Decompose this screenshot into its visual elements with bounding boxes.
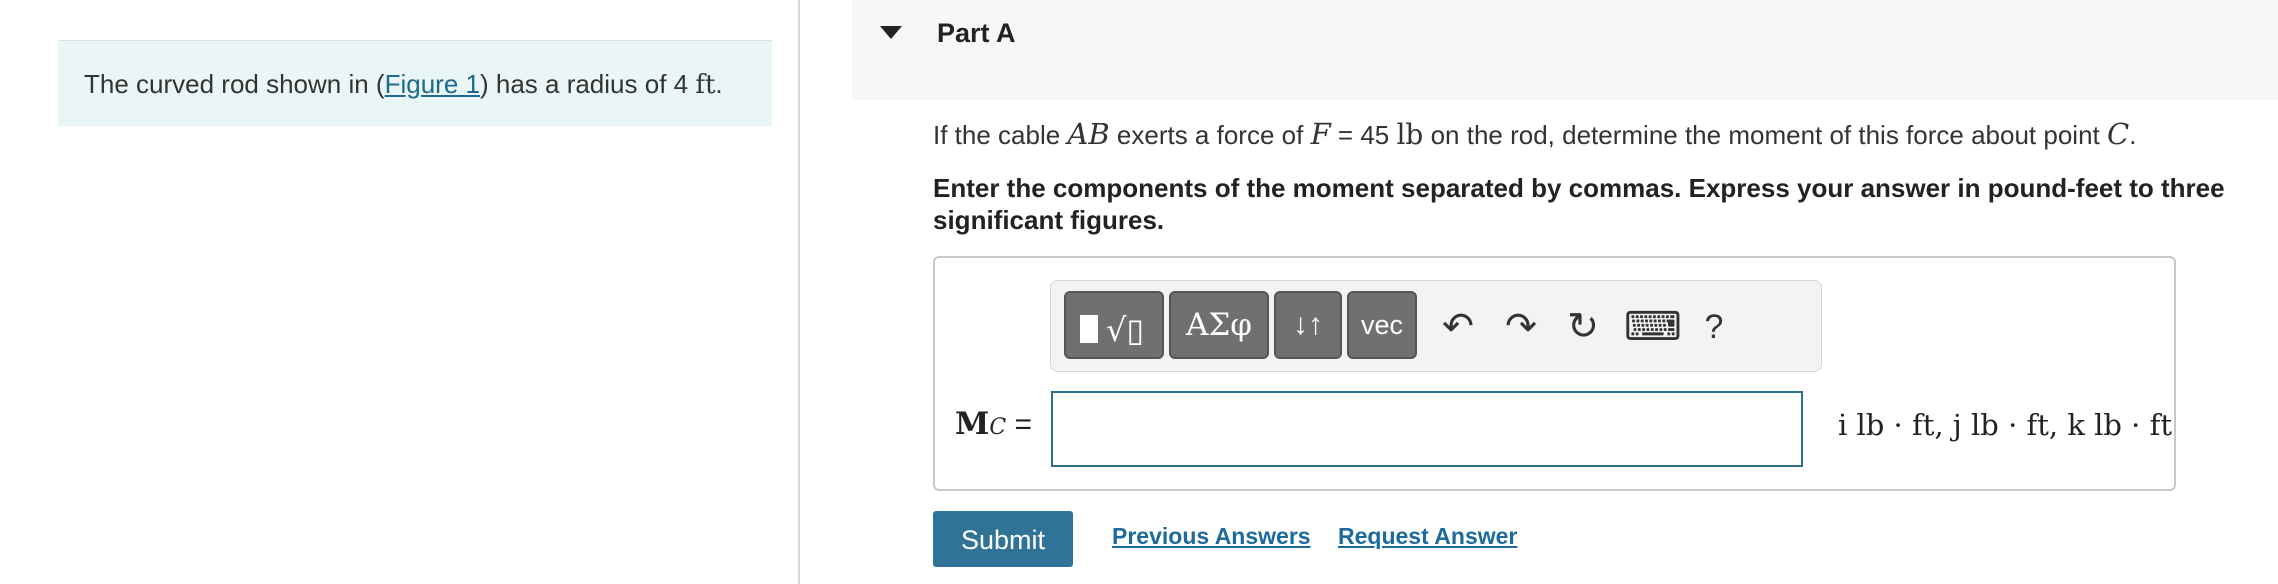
math-c: C [2106,117,2130,151]
math-ab: AB [1067,117,1110,151]
redo-icon[interactable]: ↷ [1497,299,1545,355]
answer-input[interactable] [1051,391,1803,467]
figure-link[interactable]: Figure 1 [385,69,480,99]
intro-prefix: The curved rod shown in ( [84,69,385,99]
previous-answers-link[interactable]: Previous Answers [1112,523,1311,550]
question-text-3: = 45 [1330,120,1397,150]
question-text-2: exerts a force of [1109,120,1311,150]
question-text-5: . [2129,120,2137,150]
intro-unit: ft [695,70,716,100]
math-f: F [1310,117,1331,151]
part-header[interactable]: Part A [852,0,2278,100]
part-title: Part A [937,18,1016,48]
help-icon[interactable]: ? [1690,299,1738,355]
collapse-caret-icon[interactable] [880,26,902,39]
greek-symbols-button[interactable]: ΑΣφ [1169,291,1269,359]
pane-divider [798,0,800,584]
submit-button[interactable]: Submit [933,511,1073,567]
request-answer-link[interactable]: Request Answer [1338,523,1517,550]
intro-middle: ) has a radius of 4 [479,69,696,99]
vector-button[interactable]: vec [1347,291,1417,359]
answer-units: i lb · ft, j lb · ft, k lb · ft [1838,408,2173,442]
undo-icon[interactable]: ↶ [1434,299,1482,355]
reset-icon[interactable]: ↻ [1559,299,1607,355]
moment-symbol: M [955,406,990,442]
question-text-4: on the rod, determine the moment of this… [1423,120,2107,150]
templates-button[interactable]: √▯ [1064,291,1164,359]
moment-label: MC = [955,406,1032,442]
templates-icon: √▯ [1080,311,1144,349]
question-text-1: If the cable [933,120,1068,150]
math-toolbar: √▯ ΑΣφ ↓↑ vec ↶ ↷ ↻ ⌨ ? [1050,280,1822,372]
problem-intro: The curved rod shown in (Figure 1) has a… [58,40,772,126]
intro-suffix: . [715,69,723,99]
moment-equals: = [1006,408,1033,441]
arrows-button[interactable]: ↓↑ [1274,291,1342,359]
question-text: If the cable AB exerts a force of F = 45… [933,117,2136,151]
templates-glyph: √▯ [1106,311,1144,349]
unit-lb: lb [1396,118,1424,151]
answer-instructions: Enter the components of the moment separ… [933,173,2225,235]
keyboard-icon[interactable]: ⌨ [1624,299,1682,355]
moment-subscript: C [989,415,1007,440]
